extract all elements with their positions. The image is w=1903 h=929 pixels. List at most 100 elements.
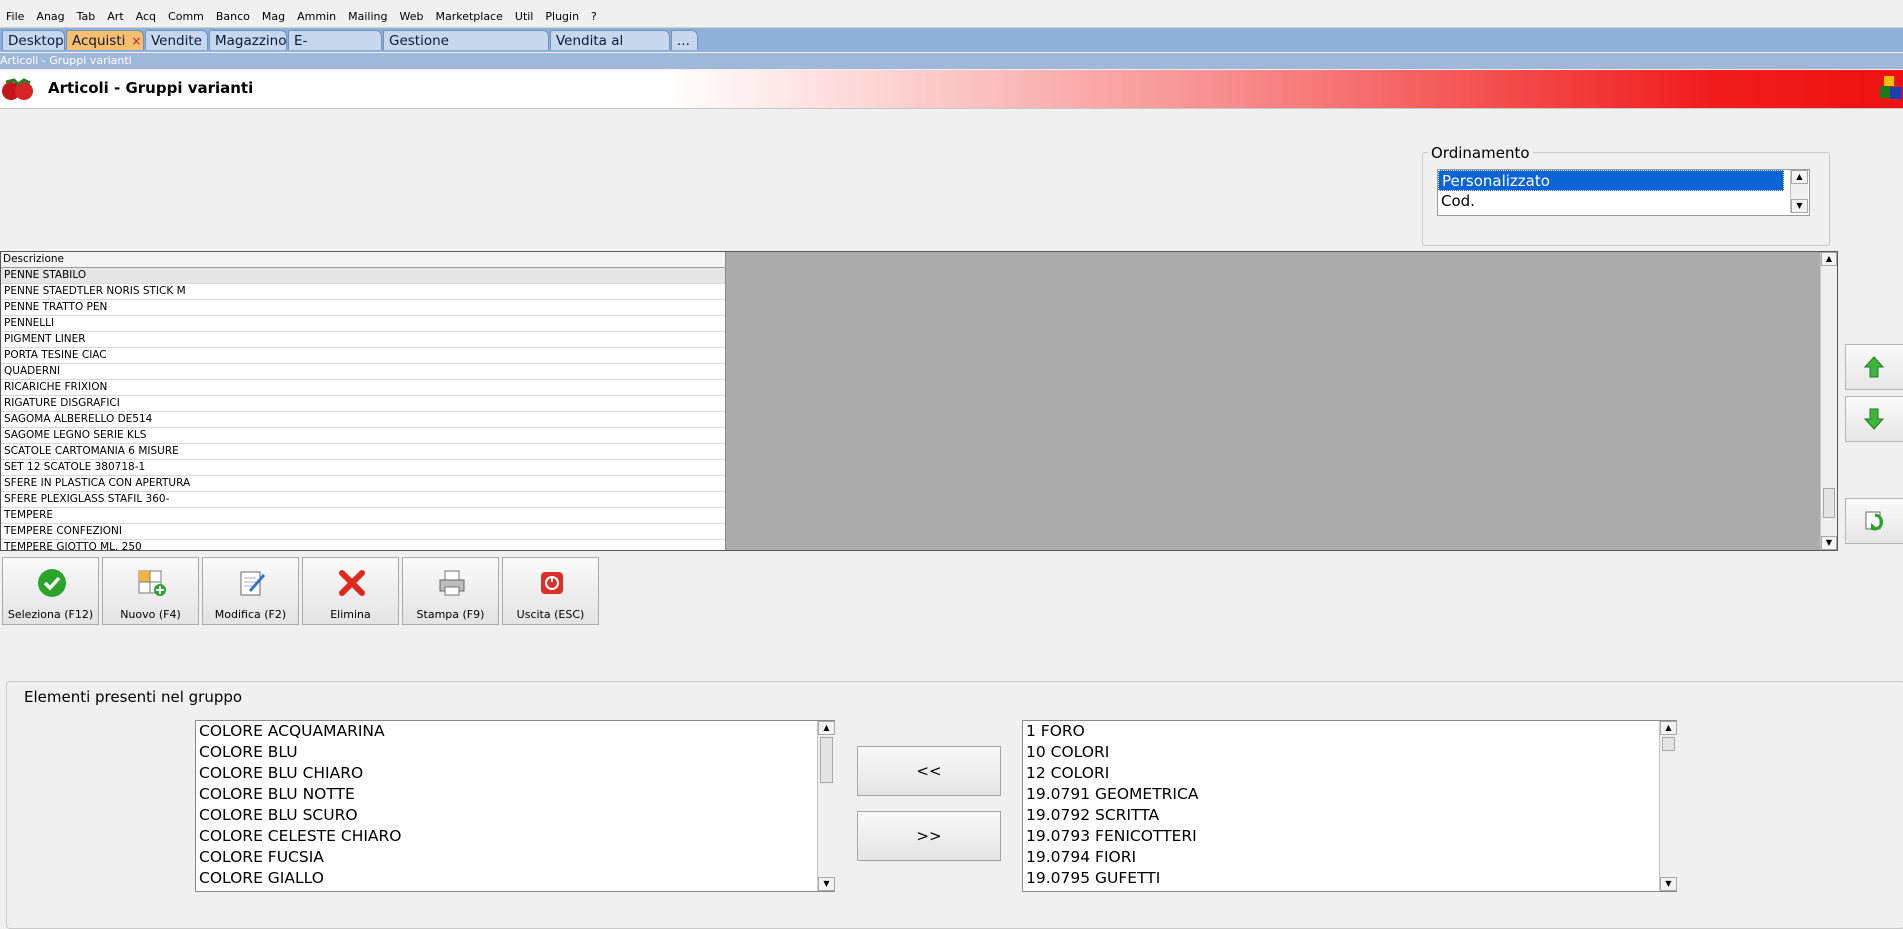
scroll-up-icon[interactable]: ▲ [1660,721,1677,735]
menu-help[interactable]: ? [585,7,603,27]
delete-x-icon [339,570,365,596]
table-row[interactable]: SAGOMA ALBERELLO DE514 [1,412,725,428]
list-item[interactable]: COLORE BLU CHIARO [196,763,834,784]
menu-acq[interactable]: Acq [130,7,162,27]
table-row[interactable]: TEMPERE CONFEZIONI [1,524,725,540]
table-scrollbar[interactable]: ▲ ▼ [1820,252,1837,550]
menu-file[interactable]: File [0,7,30,27]
available-items: COLORE ACQUAMARINA COLORE BLU COLORE BLU C… [196,721,834,889]
menu-bar: File Anag Tab Art Acq Comm Banco Mag Ammin Mailin… [0,7,1903,28]
ordinamento-scrollbar[interactable]: ▲ ▼ [1790,170,1808,213]
list-item[interactable]: 19.0794 FIORI [1023,847,1676,868]
scroll-thumb[interactable] [1662,737,1675,751]
scroll-thumb[interactable] [1823,488,1835,518]
table-grid: Descrizione PENNE STABILO PENNE STAEDTLER… [1,252,726,550]
group-items-scrollbar[interactable]: ▲ ▼ [1659,721,1677,891]
menu-comm[interactable]: Comm [162,7,210,27]
tab-more[interactable]: ... [671,30,698,50]
table-row[interactable]: PENNE TRATTO PEN [1,300,725,316]
group-items-list[interactable]: 1 FORO 10 COLORI 12 COLORI 19.0791 GEOMETRI… [1022,720,1677,892]
table-row[interactable]: SET 12 SCATOLE 380718-1 [1,460,725,476]
ordinamento-option-cod[interactable]: Cod. [1438,191,1809,212]
table-row[interactable]: PENNE STABILO [1,268,725,284]
seleziona-button[interactable]: Seleziona (F12) [2,557,99,625]
tab-desktop[interactable]: Desktop [2,30,65,50]
list-item[interactable]: COLORE FUCSIA [196,847,834,868]
table-row[interactable]: PENNE STAEDTLER NORIS STICK M [1,284,725,300]
tab-magazzino[interactable]: Magazzino [209,30,287,50]
page-title: Articoli - Gruppi varianti [48,79,254,97]
list-item[interactable]: 12 COLORI [1023,763,1676,784]
list-item[interactable]: COLORE ACQUAMARINA [196,721,834,742]
stampa-button[interactable]: Stampa (F9) [402,557,499,625]
list-item[interactable]: 19.0795 GUFETTI [1023,868,1676,889]
available-items-scrollbar[interactable]: ▲ ▼ [817,721,835,891]
menu-ammin[interactable]: Ammin [291,7,342,27]
list-item[interactable]: COLORE BLU NOTTE [196,784,834,805]
tab-gestione-messaggistica[interactable]: Gestione messaggistica [383,30,549,69]
nuovo-button[interactable]: Nuovo (F4) [102,557,199,625]
column-header-descrizione[interactable]: Descrizione [1,252,725,268]
tab-acquisti[interactable]: Acquisti × [66,30,144,50]
menu-tab[interactable]: Tab [71,7,102,27]
table-row[interactable]: SFERE PLEXIGLASS STAFIL 360- [1,492,725,508]
table-row[interactable]: RIGATURE DISGRAFICI [1,396,725,412]
table-row[interactable]: TEMPERE GIOTTO ML. 250 [1,540,725,550]
menu-web[interactable]: Web [393,7,429,27]
modifica-button[interactable]: Modifica (F2) [202,557,299,625]
table-row[interactable]: TEMPERE [1,508,725,524]
move-right-button[interactable]: >> [857,811,1001,861]
table-row[interactable]: PENNELLI [1,316,725,332]
tab-vendite-label: Vendite [151,33,202,49]
list-item[interactable]: 10 COLORI [1023,742,1676,763]
list-item[interactable]: 1 FORO [1023,721,1676,742]
list-item[interactable]: COLORE BLU SCURO [196,805,834,826]
menu-anag[interactable]: Anag [30,7,70,27]
table-row[interactable]: SAGOME LEGNO SERIE KLS [1,428,725,444]
scroll-down-icon[interactable]: ▼ [818,877,835,891]
scroll-down-icon[interactable]: ▼ [1660,877,1677,891]
table-row[interactable]: RICARICHE FRIXION [1,380,725,396]
list-item[interactable]: COLORE CELESTE CHIARO [196,826,834,847]
menu-plugin[interactable]: Plugin [539,7,585,27]
ordinamento-list[interactable]: Personalizzato Cod. ▲ ▼ [1437,169,1810,216]
strawberry-logo-icon [2,78,33,100]
new-grid-icon [138,570,166,596]
seleziona-label: Seleziona (F12) [7,608,94,621]
scroll-up-icon[interactable]: ▲ [1791,170,1808,184]
list-item[interactable]: 19.0791 GEOMETRICA [1023,784,1676,805]
tab-vendite[interactable]: Vendite [145,30,208,50]
available-items-list[interactable]: COLORE ACQUAMARINA COLORE BLU COLORE BLU C… [195,720,835,892]
tab-ecommerce[interactable]: E-Commerce [288,30,382,69]
list-item[interactable]: COLORE BLU [196,742,834,763]
list-item[interactable]: COLORE GIALLO [196,868,834,889]
table-row[interactable]: QUADERNI [1,364,725,380]
menu-art[interactable]: Art [101,7,129,27]
table-row[interactable]: PIGMENT LINER [1,332,725,348]
scroll-down-icon[interactable]: ▼ [1791,199,1808,213]
list-item[interactable]: 19.0793 FENICOTTERI [1023,826,1676,847]
move-up-button[interactable] [1845,344,1903,390]
refresh-button[interactable] [1845,498,1903,544]
uscita-label: Uscita (ESC) [516,608,585,621]
uscita-button[interactable]: Uscita (ESC) [502,557,599,625]
table-row[interactable]: SFERE IN PLASTICA CON APERTURA [1,476,725,492]
menu-mailing[interactable]: Mailing [342,7,393,27]
move-left-button[interactable]: << [857,746,1001,796]
scroll-down-icon[interactable]: ▼ [1821,536,1837,550]
ordinamento-option-personalizzato[interactable]: Personalizzato [1438,170,1784,191]
elimina-button[interactable]: Elimina [302,557,399,625]
menu-mag[interactable]: Mag [256,7,291,27]
scroll-up-icon[interactable]: ▲ [1821,252,1837,266]
table-row[interactable]: SCATOLE CARTOMANIA 6 MISURE [1,444,725,460]
scroll-up-icon[interactable]: ▲ [818,721,835,735]
list-item[interactable]: 19.0792 SCRITTA [1023,805,1676,826]
close-icon[interactable]: × [131,34,141,48]
tab-vendita-al-banco[interactable]: Vendita al banco [550,30,670,69]
menu-banco[interactable]: Banco [210,7,256,27]
move-down-button[interactable] [1845,396,1903,442]
menu-marketplace[interactable]: Marketplace [429,7,508,27]
menu-util[interactable]: Util [509,7,539,27]
table-row[interactable]: PORTA TESINE CIAC [1,348,725,364]
scroll-thumb[interactable] [820,737,833,783]
